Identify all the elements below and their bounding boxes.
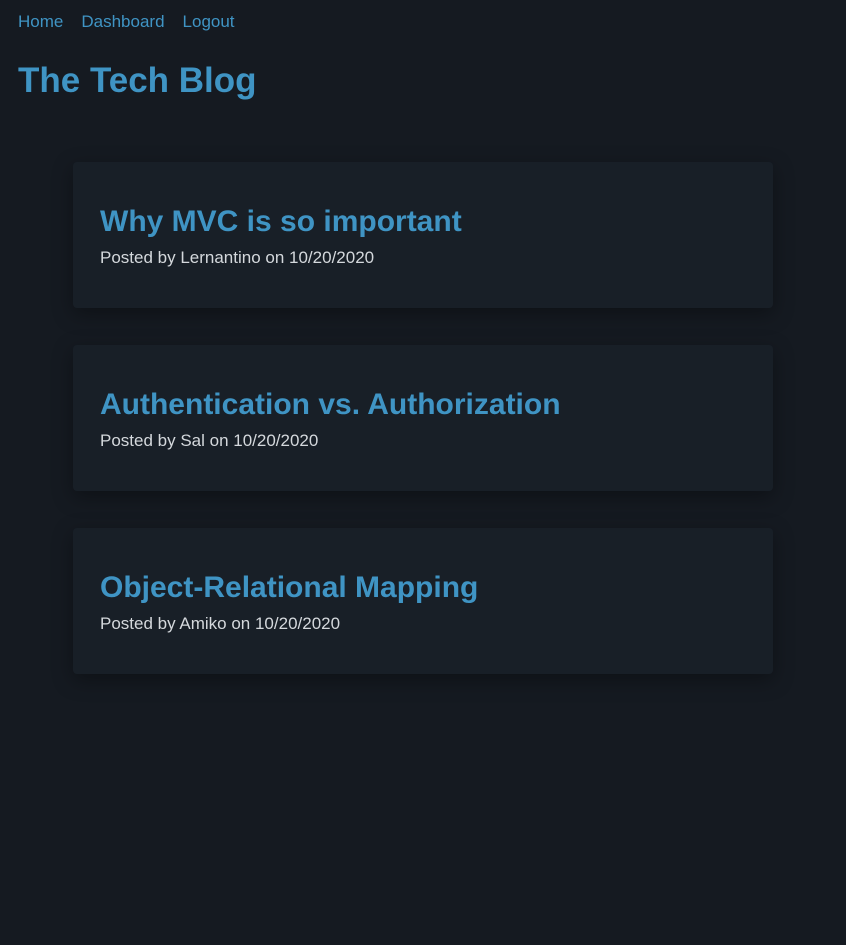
nav-dashboard-link[interactable]: Dashboard <box>81 12 164 32</box>
nav-logout-link[interactable]: Logout <box>183 12 235 32</box>
top-nav: Home Dashboard Logout <box>18 12 235 32</box>
post-meta: Posted by Sal on 10/20/2020 <box>100 431 319 450</box>
nav-home-link[interactable]: Home <box>18 12 63 32</box>
post-meta: Posted by Amiko on 10/20/2020 <box>100 614 341 633</box>
post-list: Why MVC is so important Posted by Lernan… <box>73 162 773 711</box>
post-meta: Posted by Lernantino on 10/20/2020 <box>100 248 375 267</box>
site-title[interactable]: The Tech Blog <box>18 60 257 102</box>
post-card[interactable]: Object-Relational Mapping Posted by Amik… <box>73 528 773 674</box>
post-title[interactable]: Why MVC is so important <box>100 204 462 240</box>
post-title[interactable]: Authentication vs. Authorization <box>100 387 561 423</box>
post-title[interactable]: Object-Relational Mapping <box>100 570 478 606</box>
post-card[interactable]: Authentication vs. Authorization Posted … <box>73 345 773 491</box>
post-card[interactable]: Why MVC is so important Posted by Lernan… <box>73 162 773 308</box>
